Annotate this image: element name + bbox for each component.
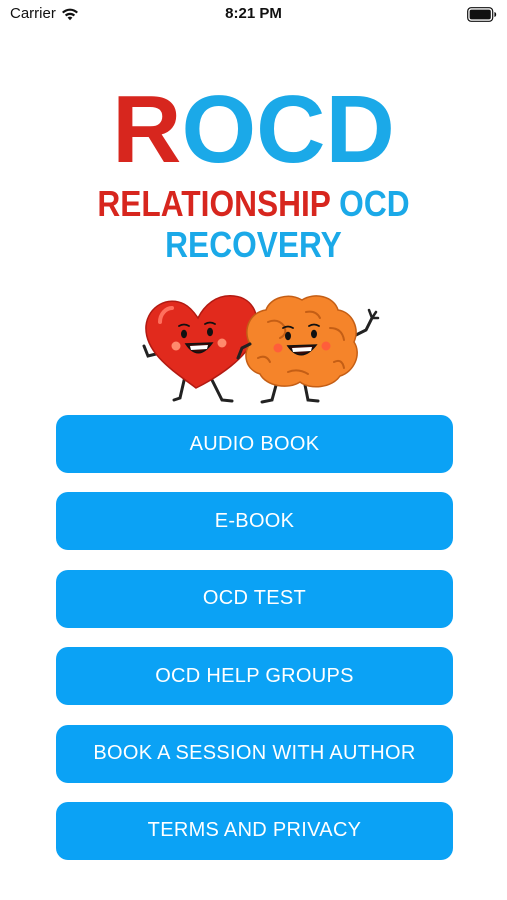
audio-book-button[interactable]: AUDIO BOOK bbox=[56, 415, 453, 473]
battery-icon bbox=[467, 7, 497, 22]
book-session-button[interactable]: BOOK A SESSION WITH AUTHOR bbox=[56, 724, 453, 783]
logo-recovery-text: RECOVERY bbox=[165, 224, 342, 265]
app-logo: ROCD RELATIONSHIP OCD RECOVERY bbox=[0, 80, 507, 266]
ocd-test-button[interactable]: OCD TEST bbox=[56, 569, 453, 628]
e-book-button[interactable]: E-BOOK bbox=[56, 492, 453, 551]
logo-letter-r: R bbox=[112, 76, 182, 183]
logo-letters-ocd: OCD bbox=[181, 76, 395, 183]
status-time: 8:21 PM bbox=[225, 5, 282, 22]
logo-ocd-text: OCD bbox=[339, 183, 410, 224]
heart-character-icon bbox=[142, 295, 258, 403]
brain-character-icon bbox=[236, 295, 380, 404]
logo-title: ROCD bbox=[0, 80, 507, 180]
logo-subtitle-line1: RELATIONSHIP OCD bbox=[30, 184, 476, 224]
ocd-help-groups-button[interactable]: OCD HELP GROUPS bbox=[56, 647, 453, 706]
mascot-illustration bbox=[142, 295, 380, 404]
status-bar: Carrier 8:21 PM bbox=[0, 0, 507, 30]
main-menu: AUDIO BOOK E-BOOK OCD TEST OCD HELP GROU… bbox=[56, 415, 453, 879]
logo-relationship-text: RELATIONSHIP bbox=[97, 183, 331, 224]
terms-and-privacy-button[interactable]: TERMS AND PRIVACY bbox=[56, 801, 453, 860]
